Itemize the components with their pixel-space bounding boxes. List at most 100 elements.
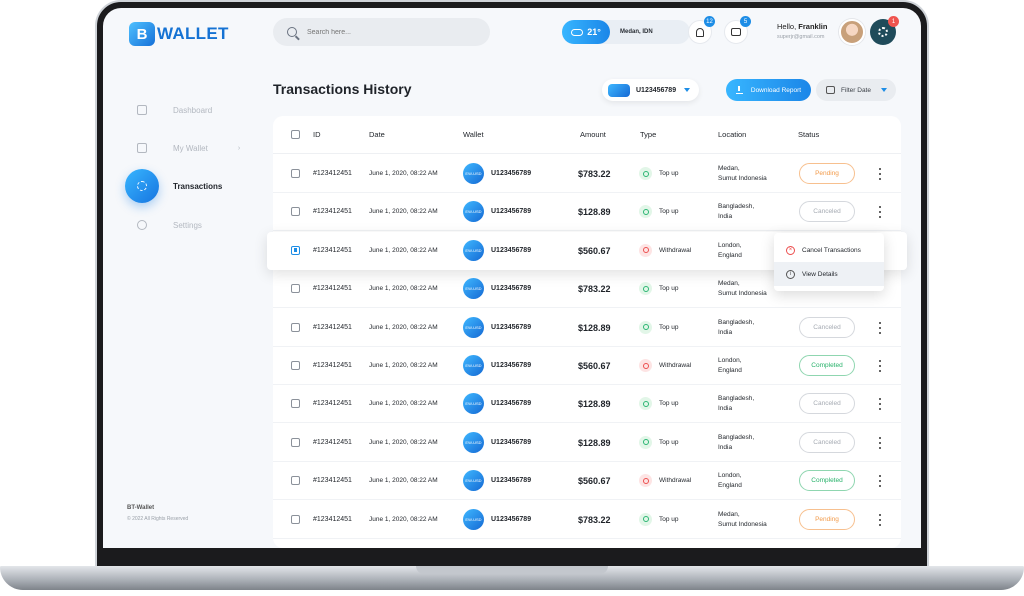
- location-line-2: Sumut Indonesia: [718, 520, 767, 528]
- more-options-icon[interactable]: [877, 360, 883, 372]
- sidebar-item-settings[interactable]: Settings: [125, 208, 202, 242]
- table-row[interactable]: #123412451 June 1, 2020, 08:22 AM EW-USD U1…: [273, 385, 901, 424]
- location-line-2: India: [718, 405, 733, 413]
- more-options-icon[interactable]: [877, 206, 883, 219]
- location-line-2: England: [718, 251, 742, 259]
- logo[interactable]: B WALLET: [129, 22, 229, 46]
- column-header-id[interactable]: ID: [313, 130, 321, 139]
- card-icon: [608, 83, 630, 97]
- location-line-2: India: [718, 328, 733, 336]
- cancel-transaction-menu-item[interactable]: × Cancel Transactions: [774, 238, 884, 262]
- wallet-icon: [125, 131, 159, 165]
- column-header-type[interactable]: Type: [640, 130, 656, 139]
- table-row[interactable]: #123412451 June 1, 2020, 08:22 AM EW-USD U1…: [273, 501, 901, 539]
- footer-brand: BT-Wallet: [127, 505, 155, 511]
- location-line-1: Bangladesh,: [718, 203, 755, 211]
- status-badge: Canceled: [799, 316, 855, 338]
- row-checkbox[interactable]: [291, 361, 300, 370]
- wallet-number: U123456789: [491, 362, 532, 369]
- column-header-date[interactable]: Date: [369, 130, 385, 139]
- row-checkbox[interactable]: [291, 437, 300, 447]
- status-badge: Completed: [799, 355, 855, 376]
- table-row[interactable]: #123412451 June 1, 2020, 08:22 AM EW-USD U1…: [273, 309, 901, 347]
- transaction-id: #123412451: [313, 246, 352, 254]
- column-header-status[interactable]: Status: [798, 130, 819, 139]
- status-badge: Completed: [799, 470, 855, 492]
- top-up-icon: [639, 435, 652, 449]
- wallet-number: U123456789: [491, 323, 532, 331]
- sidebar-item-transactions[interactable]: Transactions: [125, 169, 222, 203]
- transaction-amount: $128.89: [578, 437, 611, 448]
- settings-button[interactable]: 1: [870, 16, 899, 45]
- settings-icon: [125, 208, 159, 242]
- notifications-button[interactable]: 12: [688, 16, 715, 44]
- row-checkbox[interactable]: [291, 207, 300, 217]
- more-options-icon[interactable]: [877, 321, 883, 334]
- row-checkbox[interactable]: [291, 169, 300, 178]
- location-line-2: India: [718, 443, 733, 451]
- notification-badge: 12: [704, 16, 715, 27]
- search-bar[interactable]: [273, 18, 490, 46]
- view-details-label: View Details: [802, 270, 838, 278]
- download-report-button[interactable]: Download Report: [726, 79, 811, 101]
- row-checkbox[interactable]: [291, 399, 300, 409]
- footer-copyright: © 2022 All Rights Reserved: [127, 516, 189, 522]
- row-checkbox[interactable]: [291, 322, 300, 332]
- messages-button[interactable]: 5: [724, 16, 751, 44]
- location-line-2: Sumut Indonesia: [718, 290, 767, 298]
- column-header-wallet[interactable]: Wallet: [463, 130, 484, 139]
- download-label: Download Report: [750, 86, 802, 94]
- chevron-down-icon: [880, 88, 887, 92]
- withdraw-icon: [639, 474, 652, 488]
- table-row[interactable]: #123412451 June 1, 2020, 08:22 AM EW-USD U1…: [273, 462, 901, 501]
- weather-temp: 21°: [587, 27, 601, 37]
- more-options-icon[interactable]: [877, 475, 883, 488]
- more-options-icon[interactable]: [877, 436, 883, 449]
- row-checkbox[interactable]: [291, 245, 300, 255]
- message-badge: 5: [740, 16, 751, 27]
- filter-date-button[interactable]: Filter Date: [816, 79, 896, 101]
- more-options-icon[interactable]: [877, 513, 883, 526]
- more-options-icon[interactable]: [877, 398, 883, 411]
- location-line-2: Sumut Indonesia: [718, 175, 767, 182]
- transaction-type: Top up: [659, 285, 679, 293]
- column-header-location[interactable]: Location: [718, 130, 746, 139]
- chevron-down-icon: [684, 88, 691, 92]
- view-details-menu-item[interactable]: i View Details: [774, 262, 884, 286]
- sidebar-item-my-wallet[interactable]: My Wallet ›: [125, 131, 240, 165]
- greeting-text: Hello,: [777, 22, 797, 31]
- logo-mark: B: [129, 22, 155, 46]
- table-row[interactable]: #123412451 June 1, 2020, 08:22 AM EW-USD U1…: [273, 424, 901, 462]
- wallet-chip-icon: EW-USD: [463, 239, 484, 261]
- transaction-type: Top up: [659, 438, 679, 446]
- select-all-checkbox[interactable]: [291, 130, 300, 139]
- transaction-date: June 1, 2020, 08:22 AM: [369, 246, 438, 254]
- calendar-icon: [826, 86, 835, 94]
- search-input[interactable]: [307, 28, 467, 36]
- user-greeting: Hello, Franklin: [777, 22, 827, 31]
- transaction-location: Bangladesh, India: [718, 202, 788, 222]
- transaction-date: June 1, 2020, 08:22 AM: [369, 285, 438, 293]
- sidebar-item-dashboard[interactable]: Dashboard: [125, 93, 212, 127]
- row-checkbox[interactable]: [291, 284, 300, 294]
- transaction-location: Medan, Sumut Indonesia: [718, 164, 788, 184]
- column-header-amount[interactable]: Amount: [580, 130, 606, 139]
- user-email: superjr@gmail.com: [777, 34, 825, 40]
- account-selector[interactable]: U123456789: [602, 79, 699, 101]
- avatar[interactable]: [839, 19, 865, 45]
- more-options-icon[interactable]: [877, 168, 883, 180]
- table-row[interactable]: #123412451 June 1, 2020, 08:22 AM EW-USD U1…: [273, 193, 901, 232]
- wallet-chip-icon: EW-USD: [463, 355, 484, 376]
- table-row[interactable]: #123412451 June 1, 2020, 08:22 AM EW-USD U1…: [273, 155, 901, 193]
- status-badge: Pending: [799, 508, 855, 530]
- wallet-chip-icon: EW-USD: [463, 201, 484, 223]
- transactions-icon: [125, 169, 159, 203]
- row-checkbox[interactable]: [291, 514, 300, 524]
- download-icon: [735, 85, 743, 94]
- row-checkbox[interactable]: [291, 476, 300, 486]
- weather-widget[interactable]: 21° Medan, IDN: [562, 20, 690, 44]
- transaction-amount: $783.22: [578, 514, 611, 525]
- table-row[interactable]: #123412451 June 1, 2020, 08:22 AM EW-USD U1…: [273, 347, 901, 385]
- wallet-number: U123456789: [491, 477, 532, 485]
- transaction-location: London, England: [718, 471, 788, 491]
